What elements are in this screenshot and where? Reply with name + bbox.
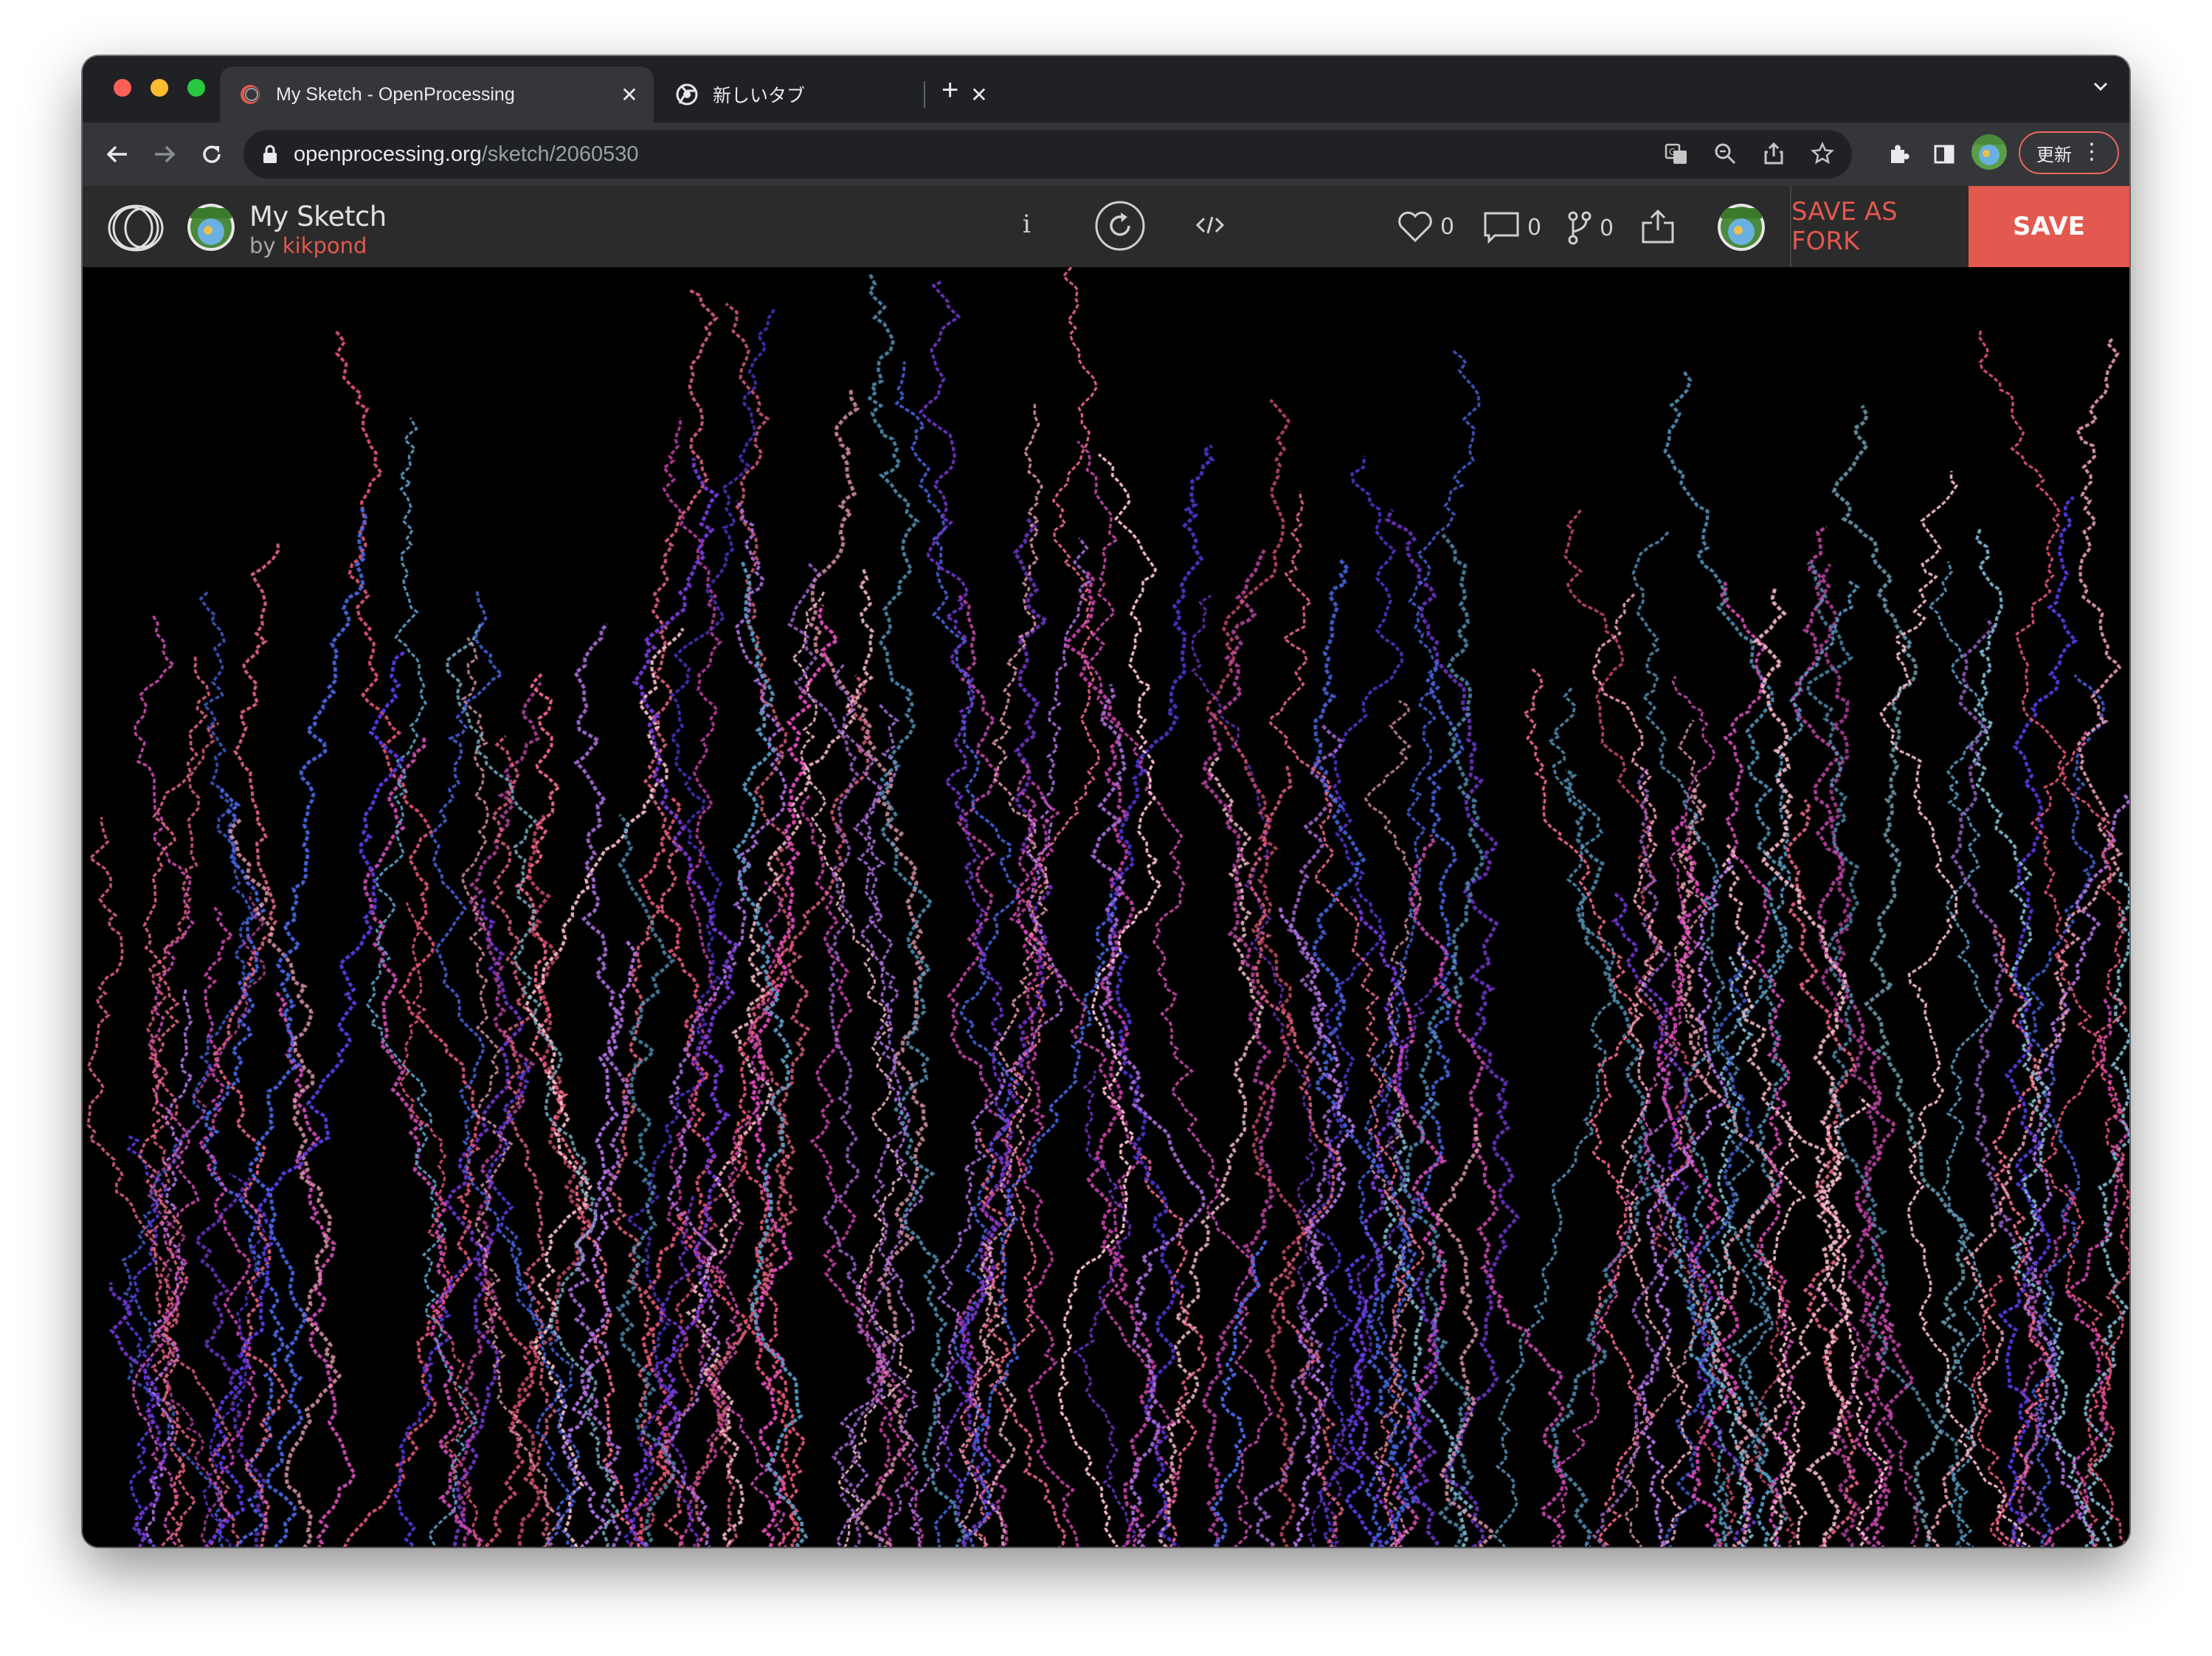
sketch-canvas-area[interactable] (83, 267, 2129, 1547)
save-button[interactable]: SAVE (1969, 186, 2129, 267)
share-icon[interactable] (1760, 140, 1787, 167)
lock-icon (263, 145, 277, 163)
close-window-button[interactable] (114, 79, 131, 97)
author-link[interactable]: kikpond (283, 233, 367, 258)
share-icon (1642, 209, 1674, 244)
zoom-icon[interactable] (1712, 140, 1738, 167)
tab-close-icon[interactable]: ✕ (618, 83, 640, 107)
comment-icon (1484, 212, 1519, 244)
maximize-window-button[interactable] (187, 79, 205, 97)
bookmark-star-icon[interactable] (1809, 140, 1836, 167)
comments-count: 0 (1527, 214, 1542, 241)
save-as-fork-button[interactable]: SAVE AS FORK (1790, 186, 1969, 267)
forward-arrow-icon[interactable] (146, 136, 183, 173)
new-tab-button[interactable]: + (941, 75, 958, 105)
openprocessing-favicon-icon (241, 85, 260, 104)
info-button[interactable]: i (1023, 210, 1031, 239)
back-arrow-icon[interactable] (99, 136, 136, 173)
translate-icon[interactable]: G (1663, 140, 1690, 167)
by-label: by (249, 233, 276, 258)
tab-separator (924, 81, 925, 108)
url-text: openprocessing.org/sketch/2060530 (294, 142, 639, 167)
sketch-header: My Sketch by kikpond i 0 0 0 SAVE AS FOR… (83, 186, 2129, 268)
menu-kebab-icon: ⋮ (2081, 139, 2103, 164)
profile-avatar[interactable] (1971, 134, 2007, 170)
tab-strip: My Sketch - OpenProcessing ✕ 新しいタブ ✕ + (83, 56, 2129, 123)
browser-toolbar: openprocessing.org/sketch/2060530 G 更新 ⋮ (83, 123, 2129, 186)
fork-icon (1568, 211, 1591, 245)
sketch-byline: by kikpond (249, 233, 367, 258)
sketch-title: My Sketch (249, 201, 387, 232)
side-panel-icon[interactable] (1926, 136, 1963, 173)
tab-close-icon[interactable]: ✕ (968, 83, 990, 107)
address-bar[interactable]: openprocessing.org/sketch/2060530 G (243, 130, 1852, 179)
url-path: /sketch/2060530 (481, 142, 639, 166)
tab-search-chevron-icon[interactable] (2091, 77, 2110, 101)
forks-count: 0 (1600, 215, 1614, 241)
like-button[interactable]: 0 (1397, 211, 1454, 242)
svg-text:G: G (1669, 147, 1676, 157)
tab-title: 新しいタブ (713, 86, 806, 106)
url-host: openprocessing.org (294, 142, 482, 166)
browser-window: My Sketch - OpenProcessing ✕ 新しいタブ ✕ + o… (83, 56, 2129, 1547)
update-button[interactable]: 更新 ⋮ (2019, 131, 2119, 174)
heart-icon (1398, 211, 1432, 242)
code-icon (1195, 216, 1225, 234)
share-sketch-button[interactable] (1639, 208, 1676, 245)
user-avatar[interactable] (1718, 204, 1765, 251)
author-avatar[interactable] (187, 204, 235, 251)
tab-openprocessing[interactable]: My Sketch - OpenProcessing ✕ (220, 66, 654, 123)
extensions-puzzle-icon[interactable] (1880, 136, 1917, 173)
comments-button[interactable]: 0 (1483, 211, 1541, 244)
update-label: 更新 (2036, 145, 2072, 165)
restart-icon (1095, 201, 1145, 251)
forks-button[interactable]: 0 (1567, 211, 1614, 245)
openprocessing-logo-icon[interactable] (106, 204, 165, 252)
chrome-favicon-icon (676, 83, 698, 106)
likes-count: 0 (1440, 213, 1455, 240)
reload-icon[interactable] (193, 136, 230, 173)
code-button[interactable] (1195, 214, 1225, 236)
restart-button[interactable] (1093, 199, 1147, 252)
minimize-window-button[interactable] (151, 79, 168, 97)
tab-title: My Sketch - OpenProcessing (276, 83, 515, 105)
sketch-canvas[interactable] (83, 267, 2129, 1547)
